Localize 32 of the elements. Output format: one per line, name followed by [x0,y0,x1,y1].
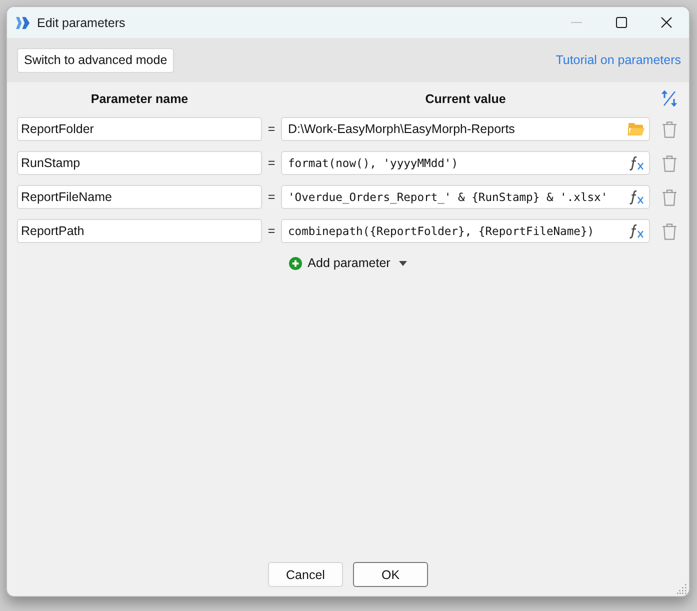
function-icon[interactable] [628,224,645,238]
column-header: Parameter name [90,90,188,106]
equals-sign: = [268,122,276,136]
column-header: Current value [425,90,506,106]
parameter-value-field[interactable]: combinepath({ReportFolder}, {ReportFileName}) [281,219,650,243]
resize-grip-icon[interactable] [677,584,687,594]
parameter-value-field[interactable]: format(now(), 'yyyyMMdd') [281,151,650,175]
function-icon[interactable] [628,156,645,170]
equals-sign: = [268,156,276,170]
dialog-button[interactable]: Cancel [268,562,343,587]
folder-icon[interactable] [628,122,645,136]
parameter-value-field[interactable]: 'Overdue_Orders_Report_' & {RunStamp} & '.xlsx' [281,185,650,209]
caret-icon [399,260,408,266]
app-logo-icon [16,16,30,28]
trash-icon[interactable] [662,188,676,206]
trash-icon[interactable] [662,154,676,172]
function-icon[interactable] [628,190,645,204]
parameter-name-field[interactable]: ReportFileName [17,185,262,209]
add-parameter-button[interactable]: Add parameter [288,256,408,270]
plus-circle-icon [288,256,302,270]
parameter-name-field[interactable]: ReportPath [17,219,262,243]
parameter-name-field[interactable]: ReportFolder [17,117,262,141]
parameter-value-field[interactable]: D:\Work-EasyMorph\EasyMorph-Reports [281,117,650,141]
default-button[interactable]: OK [353,562,428,587]
parameter-name-field[interactable]: RunStamp [17,151,262,175]
trash-icon[interactable] [662,222,676,240]
equals-sign: = [268,190,276,204]
trash-icon[interactable] [662,120,676,138]
advanced-mode-button[interactable]: Switch to advanced mode [17,48,174,72]
window-title: Edit parameters [37,16,126,30]
equals-sign: = [268,224,276,238]
sort-icon[interactable] [660,90,678,107]
